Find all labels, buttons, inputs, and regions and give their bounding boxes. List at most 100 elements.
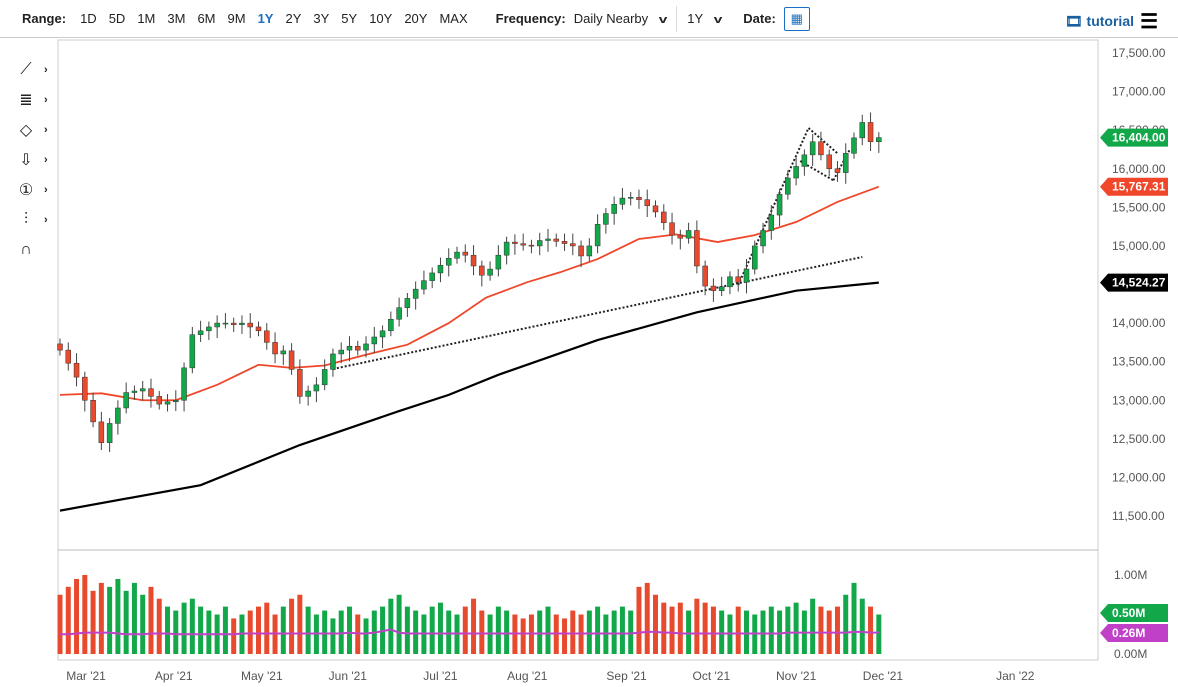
- candle: [371, 336, 378, 345]
- volume-bar: [520, 618, 526, 654]
- price-chart[interactable]: 17,500.0017,000.0016,500.0016,000.0015,5…: [0, 0, 1178, 687]
- volume-bar: [818, 606, 824, 654]
- candle: [264, 330, 270, 343]
- volume-bar: [694, 598, 700, 654]
- x-tick-label: Aug '21: [507, 669, 548, 683]
- x-tick-label: Apr '21: [155, 669, 193, 683]
- candle: [553, 238, 560, 242]
- x-tick-label: Oct '21: [693, 669, 731, 683]
- price-tick-label: 12,500.00: [1112, 432, 1166, 446]
- volume-bar: [65, 586, 71, 654]
- volume-bar: [446, 610, 452, 654]
- trendline: [332, 255, 863, 370]
- value-tag-label: 14,524.27: [1112, 276, 1166, 290]
- candle: [82, 376, 88, 401]
- candle: [669, 222, 675, 236]
- candle: [65, 349, 72, 364]
- candle: [512, 241, 518, 244]
- price-tick-label: 14,000.00: [1112, 316, 1166, 330]
- candle: [760, 230, 766, 247]
- volume-bar: [495, 606, 501, 654]
- trendline: [737, 127, 810, 286]
- candle: [280, 350, 287, 355]
- candle: [404, 298, 411, 308]
- candle: [321, 369, 328, 386]
- volume-bar: [148, 586, 154, 654]
- price-tick-label: 13,500.00: [1112, 355, 1166, 369]
- candle: [115, 407, 121, 424]
- volume-bar: [777, 610, 783, 654]
- candle: [594, 224, 601, 247]
- volume-bar: [198, 606, 204, 654]
- plot-frame: [57, 39, 1099, 661]
- price-tick-label: 17,500.00: [1112, 46, 1166, 60]
- candle: [429, 272, 435, 281]
- volume-bar: [611, 610, 617, 654]
- candle: [776, 193, 783, 216]
- volume-bar: [876, 614, 882, 654]
- candle: [743, 268, 750, 283]
- x-tick-label: May '21: [241, 669, 283, 683]
- candle: [735, 276, 741, 283]
- price-tick-label: 15,500.00: [1112, 200, 1166, 214]
- last-price-tag: 14,524.27: [1100, 273, 1168, 292]
- volume-bar: [289, 598, 295, 654]
- candle: [842, 153, 849, 173]
- candle: [355, 345, 361, 351]
- price-tick-label: 17,000.00: [1112, 85, 1166, 99]
- candle: [396, 307, 402, 320]
- candle: [206, 326, 212, 332]
- volume-bar: [843, 594, 849, 654]
- candle: [338, 349, 344, 355]
- candle: [826, 154, 832, 170]
- candle: [611, 204, 617, 214]
- candle: [727, 276, 733, 288]
- candle: [230, 322, 237, 325]
- candle: [479, 265, 485, 276]
- volume-bar: [471, 598, 477, 654]
- candle: [627, 197, 634, 199]
- volume-bar: [98, 582, 104, 654]
- volume-bar: [322, 610, 328, 654]
- volume-bar: [74, 578, 80, 654]
- price-tick-label: 12,000.00: [1112, 470, 1166, 484]
- candle: [255, 326, 262, 332]
- candle: [859, 122, 866, 139]
- candle: [619, 197, 626, 205]
- volume-bar: [90, 590, 96, 654]
- candle: [288, 350, 295, 370]
- volume-bar: [686, 610, 692, 654]
- candle: [636, 197, 642, 200]
- candle: [437, 264, 444, 274]
- x-tick-label: Sep '21: [606, 669, 647, 683]
- value-tag-label: 15,767.31: [1112, 180, 1166, 194]
- candle: [173, 400, 179, 403]
- volume-bar: [504, 610, 510, 654]
- volume-bar: [388, 598, 394, 654]
- volume-bar: [735, 606, 741, 654]
- candle: [454, 251, 460, 259]
- price-tick-label: 13,000.00: [1112, 393, 1166, 407]
- candle: [809, 141, 816, 156]
- candle: [363, 343, 369, 351]
- candle: [603, 213, 609, 225]
- volume-bar: [793, 602, 799, 654]
- x-tick-label: Nov '21: [776, 669, 817, 683]
- candle: [768, 214, 775, 231]
- volume-bar: [181, 602, 187, 654]
- volume-tick-label: 0.00M: [1114, 647, 1147, 661]
- volume-bar: [140, 594, 146, 654]
- candle: [520, 243, 526, 246]
- candle: [272, 342, 278, 355]
- candle: [652, 205, 659, 213]
- volume-bar: [206, 610, 212, 654]
- volume-bar: [537, 610, 543, 654]
- last-volume-tag: 0.26M: [1100, 624, 1168, 642]
- candle: [851, 137, 857, 154]
- candle: [379, 330, 386, 338]
- candle: [867, 122, 874, 142]
- volume-bar: [760, 610, 766, 654]
- volume-bar: [297, 594, 303, 654]
- volume-bar: [859, 598, 865, 654]
- candle: [495, 254, 502, 270]
